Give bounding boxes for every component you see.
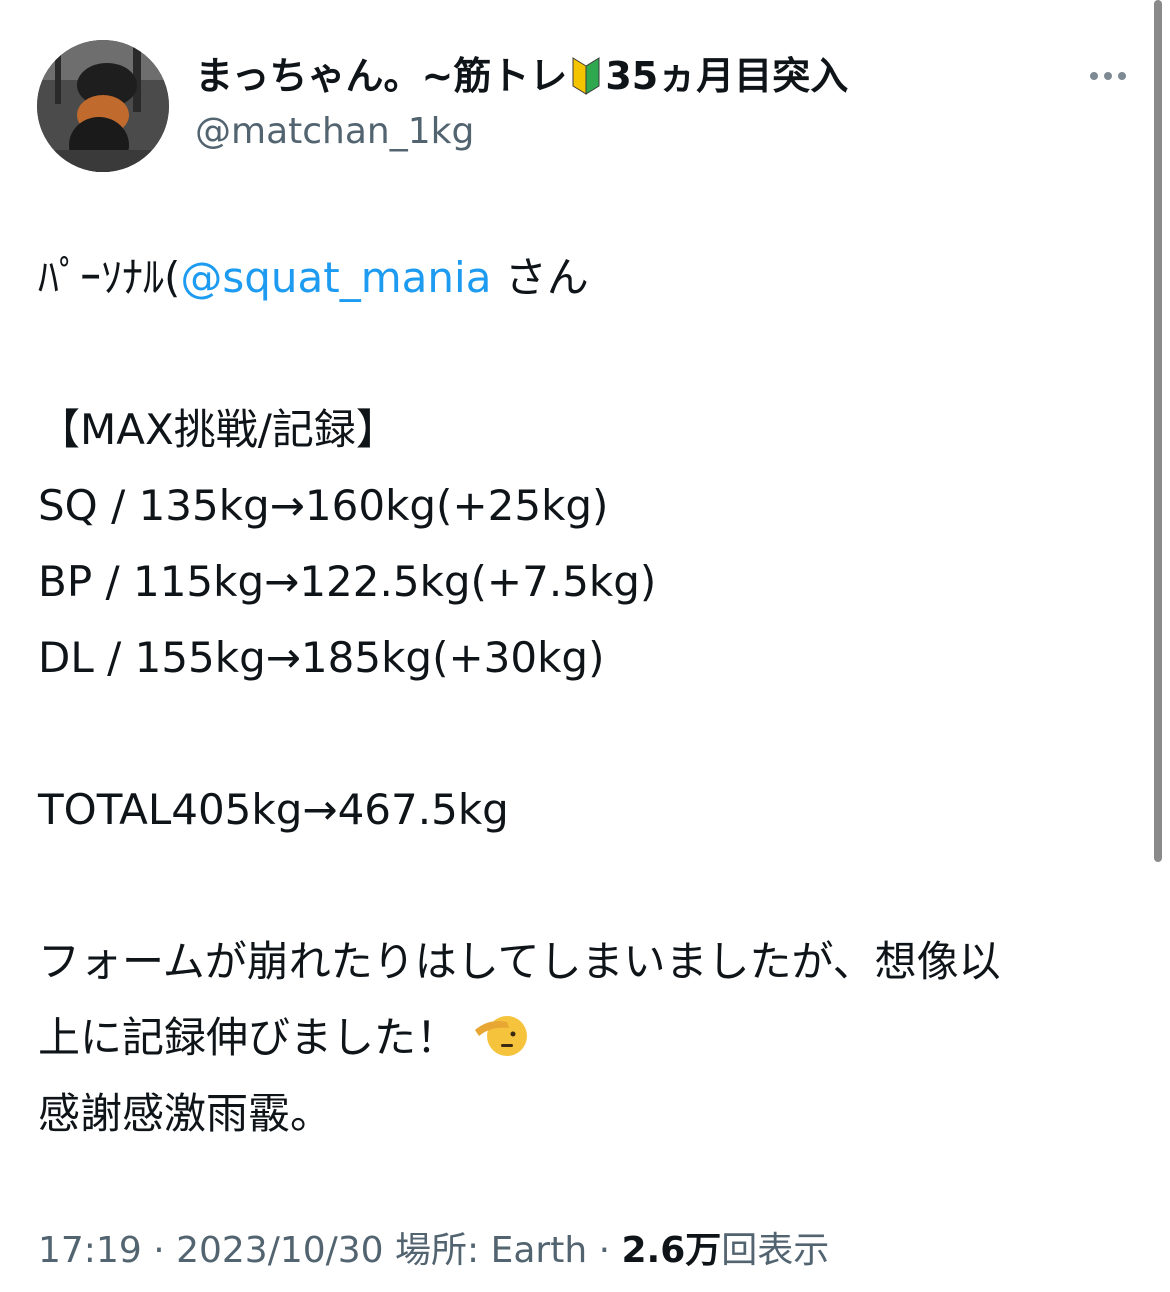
- tweet-line-personal: ﾊﾟｰｿﾅﾙ(@squat_mania さん: [38, 240, 1138, 316]
- tweet-header: まっちゃん。~筋トレ 35ヵ月目突入 @matchan_1kg: [0, 0, 1170, 200]
- closing-line-2: 上に記録伸びました！: [38, 1000, 1138, 1076]
- record-dl: DL / 155kg→185kg(+30kg): [38, 633, 605, 682]
- author-handle[interactable]: @matchan_1kg: [195, 106, 1070, 158]
- more-options-button[interactable]: [1080, 60, 1136, 92]
- view-count: 2.6万: [621, 1230, 722, 1271]
- display-name-text-2: 35ヵ月目突入: [605, 54, 849, 98]
- line-prefix: ﾊﾟｰｿﾅﾙ(: [38, 253, 181, 302]
- more-dot-icon: [1118, 72, 1126, 80]
- display-name[interactable]: まっちゃん。~筋トレ 35ヵ月目突入: [195, 50, 1070, 102]
- saluting-face-icon: [471, 1008, 528, 1060]
- tweet-time[interactable]: 17:19: [38, 1230, 142, 1271]
- closing-line-1: フォームが崩れたりはしてしまいましたが、想像以: [38, 937, 1001, 986]
- more-dot-icon: [1090, 72, 1098, 80]
- tweet-date[interactable]: 2023/10/30: [176, 1230, 384, 1271]
- mention-link[interactable]: @squat_mania: [180, 253, 491, 302]
- record-sq: SQ / 135kg→160kg(+25kg): [38, 481, 609, 530]
- display-name-text-1: まっちゃん。~筋トレ: [195, 54, 568, 98]
- separator: ·: [141, 1230, 177, 1271]
- author-names: まっちゃん。~筋トレ 35ヵ月目突入 @matchan_1kg: [195, 50, 1070, 158]
- closing-line-3: 感謝感激雨霰。: [38, 1089, 333, 1138]
- avatar-photo: [37, 40, 169, 172]
- tweet-meta: 17:19 · 2023/10/30 場所: Earth · 2.6万回表示: [38, 1224, 829, 1278]
- more-dot-icon: [1104, 72, 1112, 80]
- separator: ·: [587, 1230, 622, 1271]
- line-suffix: さん: [491, 253, 589, 302]
- tweet-heading: 【MAX挑戦/記録】: [38, 405, 398, 454]
- view-label: 回表示: [721, 1230, 830, 1271]
- tweet-text: ﾊﾟｰｿﾅﾙ(@squat_mania さん 【MAX挑戦/記録】 SQ / 1…: [38, 240, 1138, 1152]
- record-bp: BP / 115kg→122.5kg(+7.5kg): [38, 557, 657, 606]
- beginner-mark-icon: [571, 56, 601, 96]
- record-total: TOTAL405kg→467.5kg: [38, 785, 509, 834]
- avatar[interactable]: [37, 40, 169, 172]
- tweet-location[interactable]: 場所: Earth: [384, 1230, 587, 1271]
- scrollbar[interactable]: [1154, 0, 1162, 862]
- closing-text: 上に記録伸びました！: [38, 1013, 459, 1062]
